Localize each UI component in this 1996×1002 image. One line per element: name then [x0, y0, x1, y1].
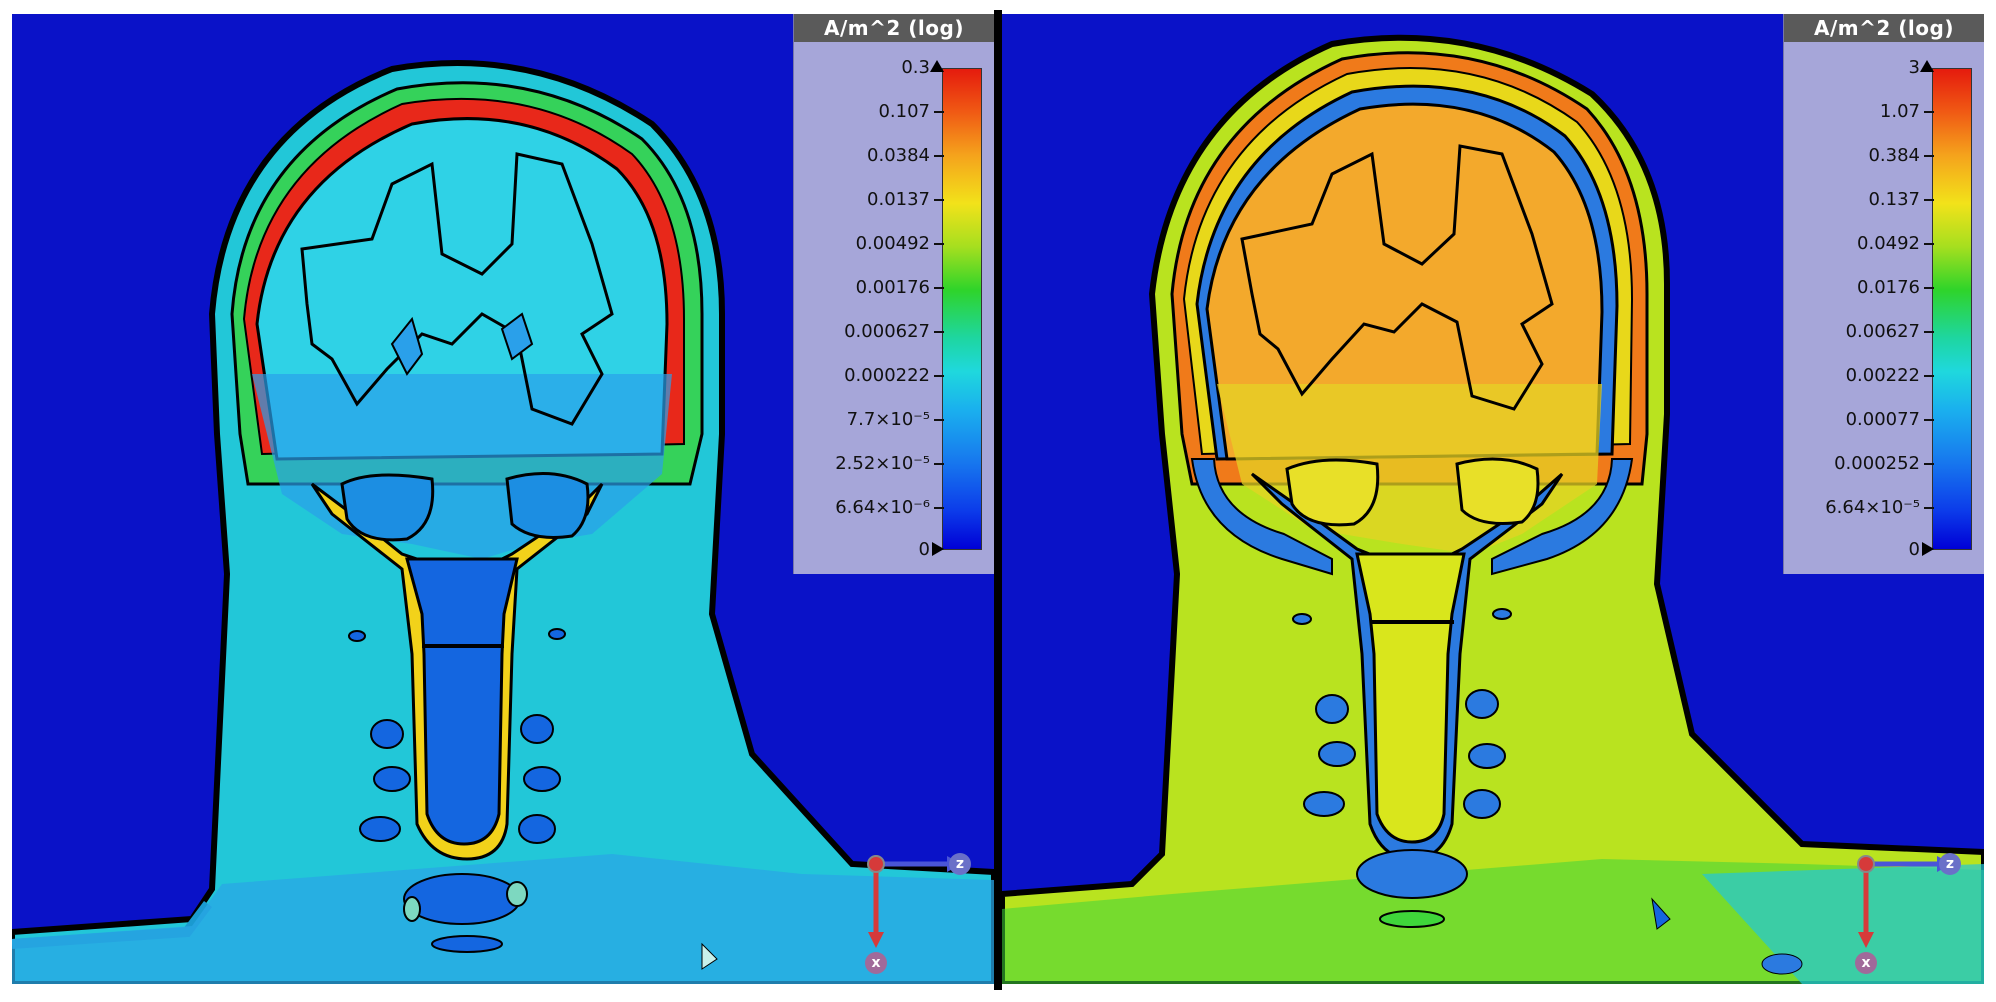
legend-tick-label: 2.52×10⁻⁵: [835, 453, 930, 474]
legend-tick: 0.0137: [794, 190, 944, 210]
legend-tick: 0.000252: [1784, 454, 1934, 474]
legend-tick: 7.7×10⁻⁵: [794, 410, 944, 430]
legend-tick: 2.52×10⁻⁵: [794, 454, 944, 474]
color-legend-left: A/m^2 (log) 0.3 0.107 0.0384 0.0137 0.00…: [793, 14, 994, 574]
simulation-view-left[interactable]: A/m^2 (log) 0.3 0.107 0.0384 0.0137 0.00…: [12, 14, 994, 984]
axis-x-label: x: [1855, 952, 1877, 974]
legend-tick-label: 0.000252: [1834, 453, 1920, 474]
axes-triad-icon: [1857, 855, 1952, 948]
legend-tick: 6.64×10⁻⁶: [794, 498, 944, 518]
legend-tick-label: 0.3: [901, 57, 930, 78]
legend-tick-label: 0.00077: [1845, 409, 1920, 430]
legend-tick-label: 0.107: [878, 101, 930, 122]
legend-tick-label: 0.137: [1868, 189, 1920, 210]
max-marker-icon[interactable]: [1920, 60, 1934, 72]
legend-tick-label: 6.64×10⁻⁶: [835, 497, 930, 518]
legend-tick-label: 0.0492: [1857, 233, 1920, 254]
legend-tick-label: 1.07: [1879, 101, 1920, 122]
legend-tick-label: 0.384: [1868, 145, 1920, 166]
legend-tick-label: 0.0176: [1857, 277, 1920, 298]
legend-tick: 0.00492: [794, 234, 944, 254]
axis-z-label: z: [1939, 853, 1961, 875]
legend-tick-label: 0.0137: [867, 189, 930, 210]
legend-tick: 0.384: [1784, 146, 1934, 166]
legend-tick-label: 0.00492: [855, 233, 930, 254]
legend-tick: 0.137: [1784, 190, 1934, 210]
panel-divider: [994, 10, 1002, 990]
legend-tick-label: 0.00627: [1845, 321, 1920, 342]
orientation-axes-left[interactable]: z x: [852, 834, 972, 974]
legend-tick-label: 0.00176: [855, 277, 930, 298]
legend-tick: 0.00222: [1784, 366, 1934, 386]
legend-tick-label: 0.00222: [1845, 365, 1920, 386]
legend-tick-label: 7.7×10⁻⁵: [846, 409, 930, 430]
legend-tick: 0.0492: [1784, 234, 1934, 254]
legend-colorbar: [942, 68, 982, 550]
min-marker-icon[interactable]: [1922, 542, 1934, 556]
axes-triad-icon: [867, 855, 962, 948]
legend-tick: 0.00627: [1784, 322, 1934, 342]
legend-tick-label: 0: [1908, 539, 1920, 560]
legend-tick: 0.107: [794, 102, 944, 122]
legend-tick: 0.0384: [794, 146, 944, 166]
legend-tick: 6.64×10⁻⁵: [1784, 498, 1934, 518]
axis-x-label: x: [865, 952, 887, 974]
legend-tick: 1.07: [1784, 102, 1934, 122]
legend-tick: 0.0176: [1784, 278, 1934, 298]
legend-tick-label: 0.000222: [844, 365, 930, 386]
legend-tick: 0.000627: [794, 322, 944, 342]
max-marker-icon[interactable]: [930, 60, 944, 72]
legend-tick: 3: [1784, 58, 1934, 78]
legend-colorbar: [1932, 68, 1972, 550]
color-legend-right: A/m^2 (log) 3 1.07 0.384 0.137 0.0492 0.…: [1783, 14, 1984, 574]
legend-tick-label: 0.000627: [844, 321, 930, 342]
legend-tick: 0: [1784, 540, 1934, 560]
legend-title: A/m^2 (log): [794, 14, 994, 42]
legend-tick-label: 0.0384: [867, 145, 930, 166]
axis-z-label: z: [949, 853, 971, 875]
legend-tick-label: 3: [1908, 57, 1920, 78]
legend-tick: 0.3: [794, 58, 944, 78]
min-marker-icon[interactable]: [932, 542, 944, 556]
orientation-axes-right[interactable]: z x: [1842, 834, 1962, 974]
legend-tick-label: 0: [918, 539, 930, 560]
legend-tick: 0.00077: [1784, 410, 1934, 430]
legend-title: A/m^2 (log): [1784, 14, 1984, 42]
legend-tick: 0.000222: [794, 366, 944, 386]
legend-tick: 0.00176: [794, 278, 944, 298]
legend-tick-label: 6.64×10⁻⁵: [1825, 497, 1920, 518]
legend-tick: 0: [794, 540, 944, 560]
simulation-view-right[interactable]: A/m^2 (log) 3 1.07 0.384 0.137 0.0492 0.…: [1002, 14, 1984, 984]
